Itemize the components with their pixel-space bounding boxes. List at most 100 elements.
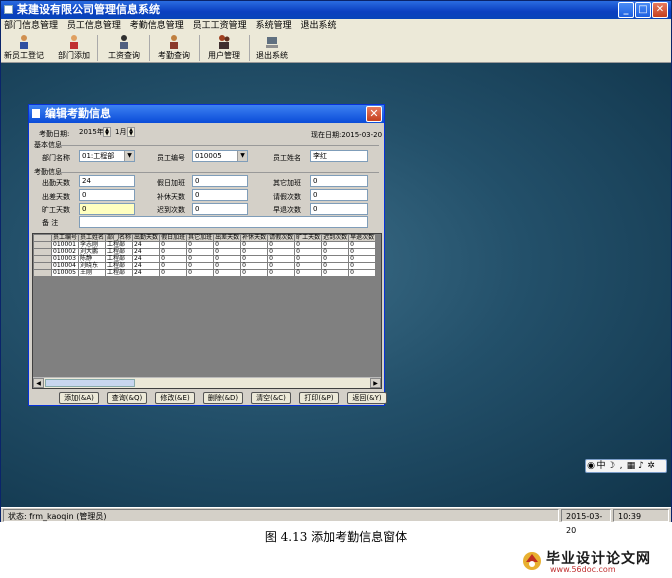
emp-no-value: 010005 <box>195 152 222 160</box>
toolbar-dept-add-button[interactable]: 部门添加 <box>55 33 93 63</box>
dept-select[interactable]: 01:工程部 ▼ <box>79 150 135 162</box>
punctuation-icon: , <box>619 461 623 471</box>
main-window: 某建设有限公司管理信息系统 _ □ ✕ 部门信息管理 员工信息管理 考勤信息管理… <box>0 0 672 535</box>
toolbar-exit-button[interactable]: 退出系统 <box>253 33 291 63</box>
status-date: 2015-03-20 <box>561 509 611 535</box>
toolbar: 新员工登记 部门添加 工资查询 考勤查询 用户管理 退出系统 <box>1 33 671 63</box>
query-button[interactable]: 查询(&Q) <box>107 392 147 404</box>
chevron-down-icon: ▼ <box>237 151 247 161</box>
salary-icon <box>120 35 128 49</box>
remark-label: 备 注 <box>42 219 59 227</box>
emp-name-field[interactable]: 李红 <box>310 150 368 162</box>
minimize-button[interactable]: _ <box>618 2 634 18</box>
row-selector[interactable] <box>33 248 52 256</box>
toolbar-label: 工资查询 <box>108 51 140 60</box>
toolbar-user-mgmt-button[interactable]: 用户管理 <box>205 33 243 63</box>
remark-field[interactable] <box>79 216 368 228</box>
scroll-thumb[interactable] <box>45 379 135 387</box>
row-selector-header <box>33 234 52 242</box>
early-label: 早退次数 <box>273 206 301 214</box>
table-cell: 24 <box>132 269 161 277</box>
row-selector[interactable] <box>33 255 52 263</box>
dialog-icon <box>32 109 40 118</box>
month-spinner[interactable]: ▲ ▼ <box>127 127 135 137</box>
edit-attendance-dialog: 编辑考勤信息 ✕ 考勤日期: 2015年 ▲ ▼ 1月 ▲ ▼ 现在日期:2015-… <box>28 104 387 406</box>
menu-exit[interactable]: 退出系统 <box>297 19 339 33</box>
date-label: 考勤日期: <box>39 130 70 138</box>
work-days-label: 出勤天数 <box>42 179 70 187</box>
other-ot-field[interactable]: 0 <box>310 175 368 187</box>
watermark-emblem-icon <box>523 552 541 570</box>
makeup-days-label: 补休天数 <box>157 193 185 201</box>
toolbar-attendance-button[interactable]: 考勤查询 <box>155 33 193 63</box>
ime-toolbar[interactable]: ◉ 中☽, ▦ ♪ ✲ <box>585 459 667 473</box>
trip-days-field[interactable]: 0 <box>79 189 135 201</box>
delete-button[interactable]: 删除(&D) <box>203 392 243 404</box>
dept-label: 部门名称 <box>42 154 70 162</box>
watermark-url: www.56doc.com <box>550 565 616 574</box>
work-days-field[interactable]: 24 <box>79 175 135 187</box>
toolbar-separator <box>149 35 150 61</box>
dialog-title-bar: 编辑考勤信息 ✕ <box>29 105 384 123</box>
scroll-left-icon[interactable]: ◀ <box>33 378 44 388</box>
microphone-icon: ♪ <box>638 461 644 471</box>
leave-label: 请假次数 <box>273 193 301 201</box>
menu-dept[interactable]: 部门信息管理 <box>1 19 61 33</box>
toolbar-separator <box>97 35 98 61</box>
month-field[interactable]: 1月 <box>113 127 127 139</box>
department-icon <box>70 35 78 49</box>
trip-days-label: 出差天数 <box>42 193 70 201</box>
add-button[interactable]: 添加(&A) <box>59 392 99 404</box>
absent-field[interactable]: 0 <box>79 203 135 215</box>
figure-caption: 图 4.13 添加考勤信息窗体 <box>264 530 408 544</box>
menu-attendance[interactable]: 考勤信息管理 <box>127 19 187 33</box>
user-add-icon <box>20 35 28 49</box>
late-field[interactable]: 0 <box>192 203 248 215</box>
holiday-ot-field[interactable]: 0 <box>192 175 248 187</box>
menu-salary[interactable]: 员工工资管理 <box>190 19 250 33</box>
table-cell: 0 <box>267 269 296 277</box>
attendance-info-group: 考勤信息 <box>34 168 62 176</box>
attendance-icon <box>170 35 178 49</box>
scroll-right-icon[interactable]: ▶ <box>370 378 381 388</box>
edit-button[interactable]: 修改(&E) <box>155 392 195 404</box>
row-selector[interactable] <box>33 269 52 277</box>
attendance-table: 员工编号 员工姓名 部门名称 出勤天数 假日加班 其它加班 出差天数 补休天数 请假次数 旷工天数… <box>33 234 377 277</box>
toolbar-label: 用户管理 <box>208 51 240 60</box>
table-row[interactable]: 010005 王刚 工程部 24 0 0 0 0 0 0 0 0 <box>33 269 377 277</box>
table-cell: 0 <box>294 269 323 277</box>
emp-no-select[interactable]: 010005 ▼ <box>192 150 248 162</box>
other-ot-label: 其它加班 <box>273 179 301 187</box>
makeup-days-field[interactable]: 0 <box>192 189 248 201</box>
status-time: 10:39 <box>613 509 669 522</box>
clear-button[interactable]: 清空(&C) <box>251 392 291 404</box>
status-bar: 状态: frm_kaoqin (管理员) 2015-03-20 10:39 <box>1 507 671 535</box>
leave-field[interactable]: 0 <box>310 189 368 201</box>
toolbar-new-employee-button[interactable]: 新员工登记 <box>3 33 45 63</box>
row-selector[interactable] <box>33 241 52 249</box>
menu-system[interactable]: 系统管理 <box>253 19 295 33</box>
table-cell: 0 <box>321 269 350 277</box>
row-selector[interactable] <box>33 262 52 270</box>
horizontal-scrollbar[interactable]: ◀ ▶ <box>33 377 381 388</box>
maximize-button[interactable]: □ <box>635 2 651 18</box>
menu-bar: 部门信息管理 员工信息管理 考勤信息管理 员工工资管理 系统管理 退出系统 <box>1 19 671 33</box>
watermark-logo: 毕业设计论文网 www.56doc.com <box>520 548 670 576</box>
attendance-grid[interactable]: 员工编号 员工姓名 部门名称 出勤天数 假日加班 其它加班 出差天数 补休天数 请假次数 旷工天数… <box>32 233 382 389</box>
close-button[interactable]: ✕ <box>652 2 668 18</box>
early-field[interactable]: 0 <box>310 203 368 215</box>
dialog-close-button[interactable]: ✕ <box>366 106 382 122</box>
year-spinner[interactable]: ▲ ▼ <box>103 127 111 137</box>
emp-name-label: 员工姓名 <box>273 154 301 162</box>
toolbar-label: 新员工登记 <box>4 51 44 60</box>
toolbar-salary-button[interactable]: 工资查询 <box>105 33 143 63</box>
toolbar-separator <box>199 35 200 61</box>
year-field[interactable]: 2015年 <box>77 127 103 139</box>
print-button[interactable]: 打印(&P) <box>299 392 339 404</box>
return-button[interactable]: 返回(&Y) <box>347 392 387 404</box>
dept-value: 01:工程部 <box>82 152 115 160</box>
table-cell: 0 <box>348 269 377 277</box>
holiday-ot-label: 假日加班 <box>157 179 185 187</box>
menu-employee[interactable]: 员工信息管理 <box>64 19 124 33</box>
table-cell: 0 <box>213 269 242 277</box>
